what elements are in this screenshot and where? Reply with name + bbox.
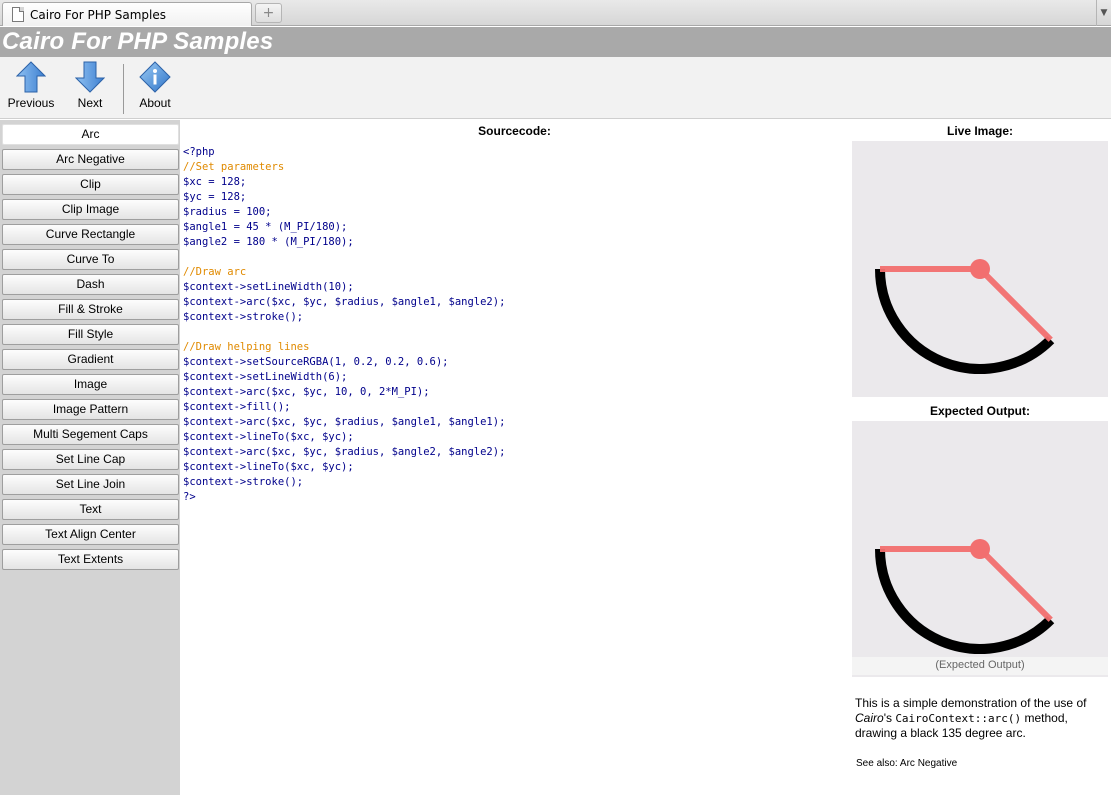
- live-image-canvas: [852, 141, 1108, 397]
- code-line: $xc = 128;: [183, 176, 247, 188]
- previous-button[interactable]: Previous: [6, 61, 56, 110]
- sidebar-item-text-extents[interactable]: Text Extents: [2, 549, 179, 570]
- tab-list-dropdown-icon[interactable]: ▼: [1096, 0, 1111, 26]
- code-line: $context->fill();: [183, 401, 291, 413]
- black-arc: [875, 268, 1055, 374]
- description-possessive: 's: [883, 711, 896, 725]
- see-also-label: See also:: [856, 758, 900, 769]
- sidebar-item-text[interactable]: Text: [2, 499, 179, 520]
- sidebar-item-gradient[interactable]: Gradient: [2, 349, 179, 370]
- code-line: ?>: [183, 491, 196, 503]
- code-line: $yc = 128;: [183, 191, 247, 203]
- sourcecode-heading: Sourcecode:: [478, 124, 551, 138]
- code-comment-line: //Draw helping lines: [183, 341, 310, 353]
- sidebar-item-set-line-cap[interactable]: Set Line Cap: [2, 449, 179, 470]
- code-line: $context->setLineWidth(10);: [183, 281, 354, 293]
- about-button[interactable]: About: [132, 61, 178, 110]
- about-label: About: [139, 96, 171, 110]
- previous-label: Previous: [7, 96, 55, 110]
- code-line: $context->stroke();: [183, 311, 304, 323]
- code-line: $context->stroke();: [183, 476, 304, 488]
- code-line: <?php: [183, 146, 215, 158]
- sidebar-item-image-pattern[interactable]: Image Pattern: [2, 399, 179, 420]
- sidebar-item-clip-image[interactable]: Clip Image: [2, 199, 179, 220]
- description-method: CairoContext::arc(): [895, 712, 1022, 725]
- see-also: See also: Arc Negative: [856, 758, 957, 769]
- sidebar-item-clip[interactable]: Clip: [2, 174, 179, 195]
- expected-center-dot: [970, 539, 990, 559]
- sidebar-item-arc-negative[interactable]: Arc Negative: [2, 149, 179, 170]
- sidebar-item-multi-segement-caps[interactable]: Multi Segement Caps: [2, 424, 179, 445]
- code-comment-line: //Draw arc: [183, 266, 247, 278]
- code-line: $angle2 = 180 * (M_PI/180);: [183, 236, 354, 248]
- sidebar-item-fill-style[interactable]: Fill Style: [2, 324, 179, 345]
- code-line: $angle1 = 45 * (M_PI/180);: [183, 221, 348, 233]
- sidebar-item-dash[interactable]: Dash: [2, 274, 179, 295]
- code-line: $context->arc($xc, $yc, $radius, $angle1…: [183, 416, 506, 428]
- live-image-heading: Live Image:: [946, 124, 1014, 138]
- code-line: $context->lineTo($xc, $yc);: [183, 431, 354, 443]
- arc-drawing: [875, 259, 1055, 374]
- sample-navigation-sidebar: Arc Arc Negative Clip Clip Image Curve Recta…: [0, 120, 180, 795]
- toolbar-separator: [123, 64, 124, 114]
- browser-tab[interactable]: Cairo For PHP Samples: [2, 2, 252, 26]
- next-button[interactable]: Next: [66, 61, 114, 110]
- source-code-block: <?php //Set parameters $xc = 128; $yc = 128…: [183, 145, 505, 505]
- new-tab-button[interactable]: +: [255, 3, 282, 23]
- sidebar-item-image[interactable]: Image: [2, 374, 179, 395]
- next-label: Next: [77, 96, 103, 110]
- code-line: $context->setLineWidth(6);: [183, 371, 348, 383]
- description-cairo: Cairo: [855, 711, 884, 725]
- sample-description: This is a simple demonstration of the us…: [855, 696, 1105, 741]
- code-comment-line: //Set parameters: [183, 161, 285, 173]
- expected-arc-drawing: [875, 539, 1055, 654]
- arrow-up-icon: [16, 61, 46, 93]
- center-dot: [970, 259, 990, 279]
- code-line: $radius = 100;: [183, 206, 272, 218]
- document-icon: [12, 7, 24, 22]
- expected-output-heading: Expected Output:: [929, 404, 1030, 418]
- sidebar-item-set-line-join[interactable]: Set Line Join: [2, 474, 179, 495]
- sidebar-item-arc[interactable]: Arc: [2, 124, 179, 145]
- page-title: Cairo For PHP Samples: [2, 28, 274, 55]
- expected-output-caption: (Expected Output): [852, 657, 1108, 675]
- browser-tab-strip: Cairo For PHP Samples + ▼: [0, 0, 1111, 26]
- sidebar-item-text-align-center[interactable]: Text Align Center: [2, 524, 179, 545]
- expected-black-arc: [875, 548, 1055, 654]
- expected-output-canvas: [852, 421, 1108, 677]
- description-prefix: This is a simple demonstration of the us…: [855, 696, 1087, 710]
- code-line: $context->arc($xc, $yc, 10, 0, 2*M_PI);: [183, 386, 430, 398]
- sidebar-item-curve-rectangle[interactable]: Curve Rectangle: [2, 224, 179, 245]
- sidebar-item-curve-to[interactable]: Curve To: [2, 249, 179, 270]
- code-line: $context->arc($xc, $yc, $radius, $angle2…: [183, 446, 506, 458]
- code-line: $context->setSourceRGBA(1, 0.2, 0.2, 0.6…: [183, 356, 449, 368]
- sidebar-item-fill-stroke[interactable]: Fill & Stroke: [2, 299, 179, 320]
- arrow-down-icon: [75, 61, 105, 93]
- code-line: $context->lineTo($xc, $yc);: [183, 461, 354, 473]
- see-also-arc-negative-link[interactable]: Arc Negative: [900, 758, 957, 769]
- browser-tab-title: Cairo For PHP Samples: [30, 7, 167, 22]
- toolbar: Previous Next About: [0, 57, 1111, 119]
- code-line: $context->arc($xc, $yc, $radius, $angle1…: [183, 296, 506, 308]
- page-header: Cairo For PHP Samples: [0, 27, 1111, 57]
- info-icon: [139, 61, 171, 93]
